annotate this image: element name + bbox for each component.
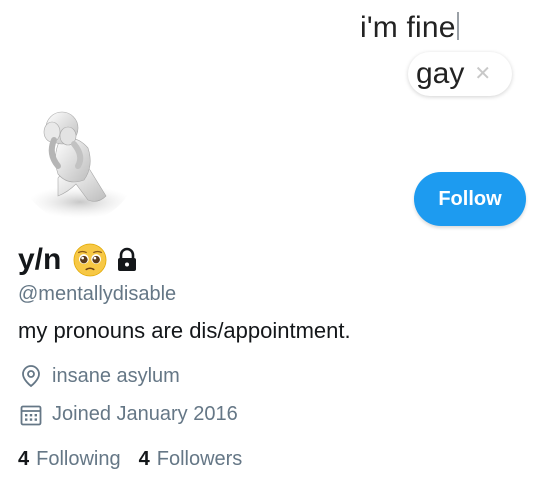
typed-text: i'm fine — [360, 10, 459, 46]
location-pin-icon — [22, 365, 40, 388]
following-stat[interactable]: 4 Following — [18, 448, 121, 471]
display-name: y/n — [18, 243, 62, 276]
joined-row: Joined January 2016 — [20, 403, 238, 426]
user-handle: @mentallydisable — [18, 283, 177, 305]
location-text: insane asylum — [52, 364, 180, 387]
location-row: insane asylum — [20, 364, 180, 388]
sad-figure-avatar-icon — [28, 111, 132, 218]
suggestion-text: gay — [416, 57, 465, 90]
follow-button[interactable]: Follow — [414, 172, 526, 226]
calendar-icon — [20, 405, 42, 425]
pleading-face-emoji-icon — [73, 243, 107, 277]
followers-label: Followers — [156, 448, 243, 470]
autocorrect-suggestion[interactable]: gay ✕ — [408, 52, 512, 96]
following-label: Following — [36, 448, 121, 470]
joined-text: Joined January 2016 — [52, 403, 238, 425]
text-caret — [456, 12, 459, 40]
follow-stats: 4 Following 4 Followers — [18, 448, 260, 471]
avatar[interactable] — [18, 100, 138, 222]
bio-text: my pronouns are dis/appointment. — [18, 318, 351, 343]
followers-count: 4 — [138, 448, 150, 470]
followers-stat[interactable]: 4 Followers — [139, 448, 243, 471]
lock-icon — [118, 247, 137, 271]
display-name-row: y/n — [18, 240, 139, 280]
close-icon[interactable]: ✕ — [474, 64, 491, 84]
typed-text-value: i'm fine — [360, 11, 456, 44]
following-count: 4 — [18, 448, 30, 470]
